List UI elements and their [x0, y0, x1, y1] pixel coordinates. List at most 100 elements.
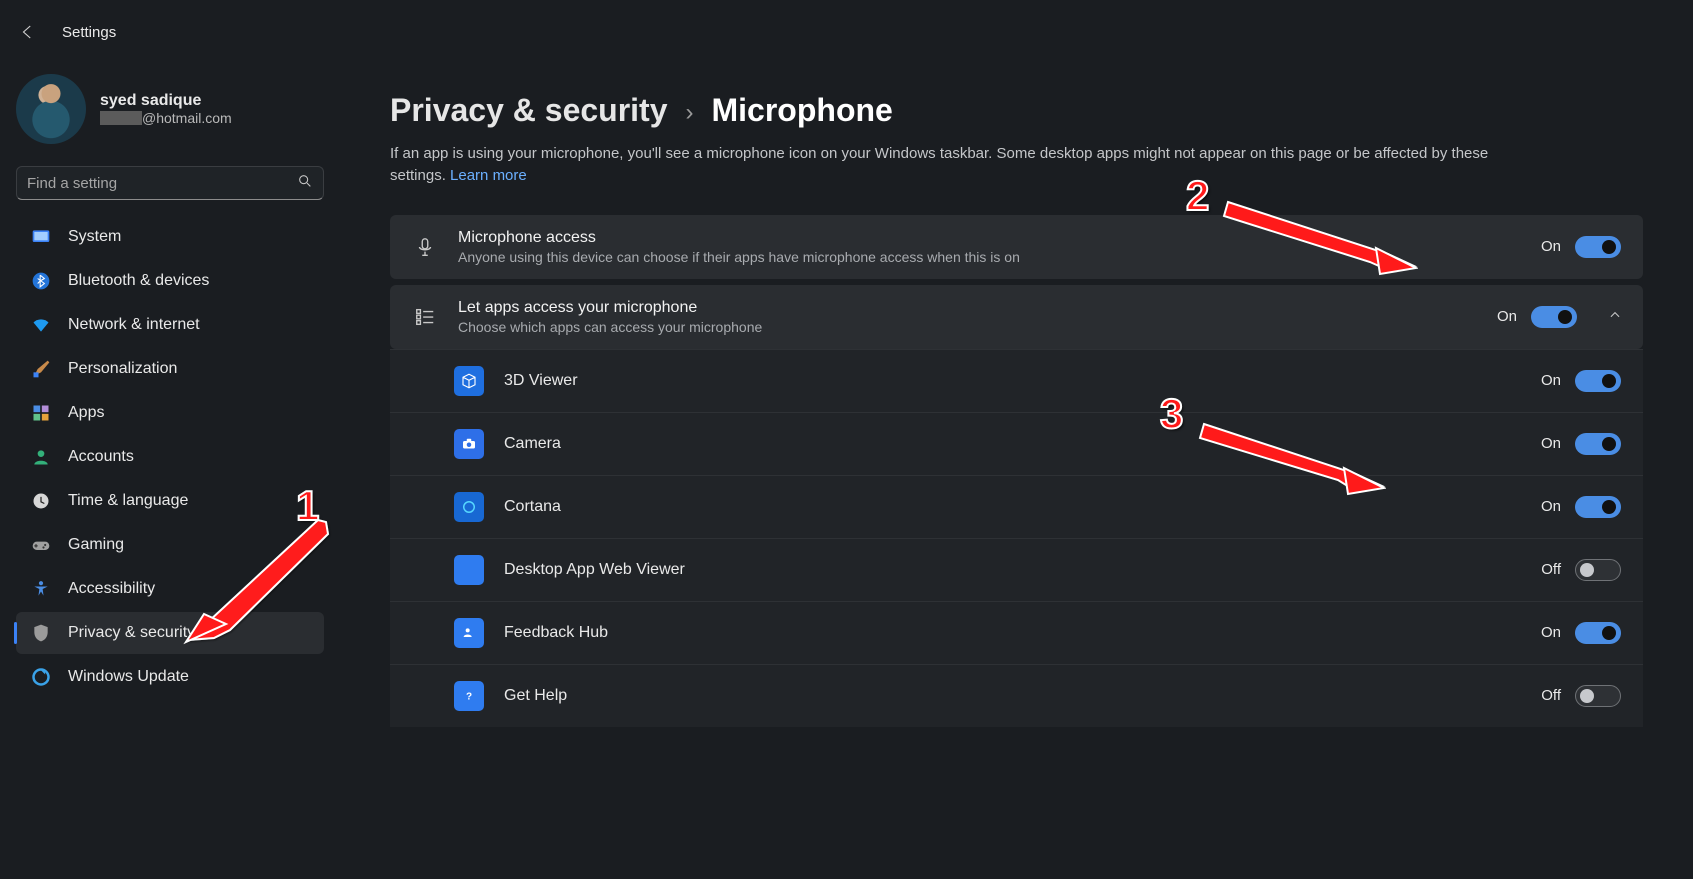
toggle-label: On: [1541, 372, 1561, 389]
app-toggle[interactable]: [1575, 433, 1621, 455]
setting-subtitle: Choose which apps can access your microp…: [458, 319, 1477, 335]
app-icon-get-help: ?: [454, 681, 484, 711]
app-row: Feedback Hub On: [390, 601, 1643, 664]
microphone-access-toggle[interactable]: [1575, 236, 1621, 258]
description-text: If an app is using your microphone, you'…: [390, 145, 1488, 184]
page-title: Microphone: [712, 92, 893, 129]
microphone-access-row: Microphone access Anyone using this devi…: [390, 215, 1643, 279]
nav-bluetooth[interactable]: Bluetooth & devices: [16, 260, 324, 302]
toggle-label: On: [1541, 435, 1561, 452]
app-icon-cortana: [454, 492, 484, 522]
nav-label: Privacy & security: [68, 624, 195, 642]
brush-icon: [30, 358, 52, 380]
nav-label: System: [68, 228, 121, 246]
app-toggle[interactable]: [1575, 370, 1621, 392]
nav-apps[interactable]: Apps: [16, 392, 324, 434]
app-icon-feedback-hub: [454, 618, 484, 648]
list-icon: [412, 306, 438, 328]
nav-label: Network & internet: [68, 316, 200, 334]
nav-windows-update[interactable]: Windows Update: [16, 656, 324, 698]
annotation-number-2: 2: [1186, 172, 1209, 220]
app-name: Feedback Hub: [504, 624, 1521, 642]
let-apps-access-row[interactable]: Let apps access your microphone Choose w…: [390, 285, 1643, 349]
nav-label: Accounts: [68, 448, 134, 466]
setting-title: Let apps access your microphone: [458, 299, 1477, 317]
display-icon: [30, 226, 52, 248]
app-icon-3d-viewer: [454, 366, 484, 396]
toggle-label: On: [1497, 308, 1517, 325]
app-row: Camera On: [390, 412, 1643, 475]
toggle-label: Off: [1541, 561, 1561, 578]
search-input-wrap[interactable]: [16, 166, 324, 200]
nav-time[interactable]: Time & language: [16, 480, 324, 522]
nav-system[interactable]: System: [16, 216, 324, 258]
app-toggle[interactable]: [1575, 559, 1621, 581]
user-name: syed sadique: [100, 92, 232, 110]
nav-accounts[interactable]: Accounts: [16, 436, 324, 478]
main-content: Privacy & security › Microphone If an ap…: [340, 64, 1693, 879]
user-block[interactable]: syed sadique @hotmail.com: [16, 74, 324, 162]
app-list: 3D Viewer On Camera On: [390, 349, 1643, 727]
nav-label: Bluetooth & devices: [68, 272, 209, 290]
let-apps-section: Let apps access your microphone Choose w…: [390, 285, 1643, 727]
search-icon: [297, 173, 313, 193]
update-icon: [30, 666, 52, 688]
app-name: Desktop App Web Viewer: [504, 561, 1521, 579]
app-row: Desktop App Web Viewer Off: [390, 538, 1643, 601]
title-bar: Settings: [0, 0, 1693, 64]
app-row: 3D Viewer On: [390, 349, 1643, 412]
breadcrumb: Privacy & security › Microphone: [390, 92, 1643, 129]
app-icon-camera: [454, 429, 484, 459]
setting-title: Microphone access: [458, 229, 1521, 247]
nav-gaming[interactable]: Gaming: [16, 524, 324, 566]
toggle-label: On: [1541, 498, 1561, 515]
app-toggle[interactable]: [1575, 622, 1621, 644]
nav-accessibility[interactable]: Accessibility: [16, 568, 324, 610]
breadcrumb-parent[interactable]: Privacy & security: [390, 92, 668, 129]
app-name: Camera: [504, 435, 1521, 453]
accessibility-icon: [30, 578, 52, 600]
redacted-email-prefix: [100, 111, 142, 125]
app-row: Cortana On: [390, 475, 1643, 538]
sidebar: syed sadique @hotmail.com System Bluetoo…: [0, 64, 340, 879]
app-name: Get Help: [504, 687, 1521, 705]
page-description: If an app is using your microphone, you'…: [390, 143, 1530, 187]
annotation-number-1: 1: [296, 482, 319, 530]
clock-icon: [30, 490, 52, 512]
toggle-label: Off: [1541, 687, 1561, 704]
nav-network[interactable]: Network & internet: [16, 304, 324, 346]
app-title: Settings: [62, 24, 116, 41]
nav-label: Time & language: [68, 492, 188, 510]
wifi-icon: [30, 314, 52, 336]
app-name: 3D Viewer: [504, 372, 1521, 390]
back-button[interactable]: [10, 14, 46, 50]
gamepad-icon: [30, 534, 52, 556]
app-name: Cortana: [504, 498, 1521, 516]
app-icon-desktop-web-viewer: [454, 555, 484, 585]
settings-list: Microphone access Anyone using this devi…: [390, 215, 1643, 727]
toggle-label: On: [1541, 624, 1561, 641]
nav-label: Personalization: [68, 360, 177, 378]
person-icon: [30, 446, 52, 468]
chevron-right-icon: ›: [686, 99, 694, 127]
search-input[interactable]: [27, 175, 297, 192]
chevron-up-icon[interactable]: [1597, 308, 1633, 325]
shield-icon: [30, 622, 52, 644]
app-toggle[interactable]: [1575, 685, 1621, 707]
app-toggle[interactable]: [1575, 496, 1621, 518]
app-row: ? Get Help Off: [390, 664, 1643, 727]
apps-icon: [30, 402, 52, 424]
setting-subtitle: Anyone using this device can choose if t…: [458, 249, 1521, 265]
avatar: [16, 74, 86, 144]
learn-more-link[interactable]: Learn more: [450, 167, 527, 184]
nav-list: System Bluetooth & devices Network & int…: [16, 216, 324, 698]
bluetooth-icon: [30, 270, 52, 292]
user-email-suffix: @hotmail.com: [142, 110, 232, 126]
let-apps-access-toggle[interactable]: [1531, 306, 1577, 328]
nav-label: Accessibility: [68, 580, 155, 598]
svg-text:?: ?: [466, 691, 472, 702]
nav-label: Apps: [68, 404, 104, 422]
nav-privacy-security[interactable]: Privacy & security: [16, 612, 324, 654]
nav-personalization[interactable]: Personalization: [16, 348, 324, 390]
nav-label: Gaming: [68, 536, 124, 554]
